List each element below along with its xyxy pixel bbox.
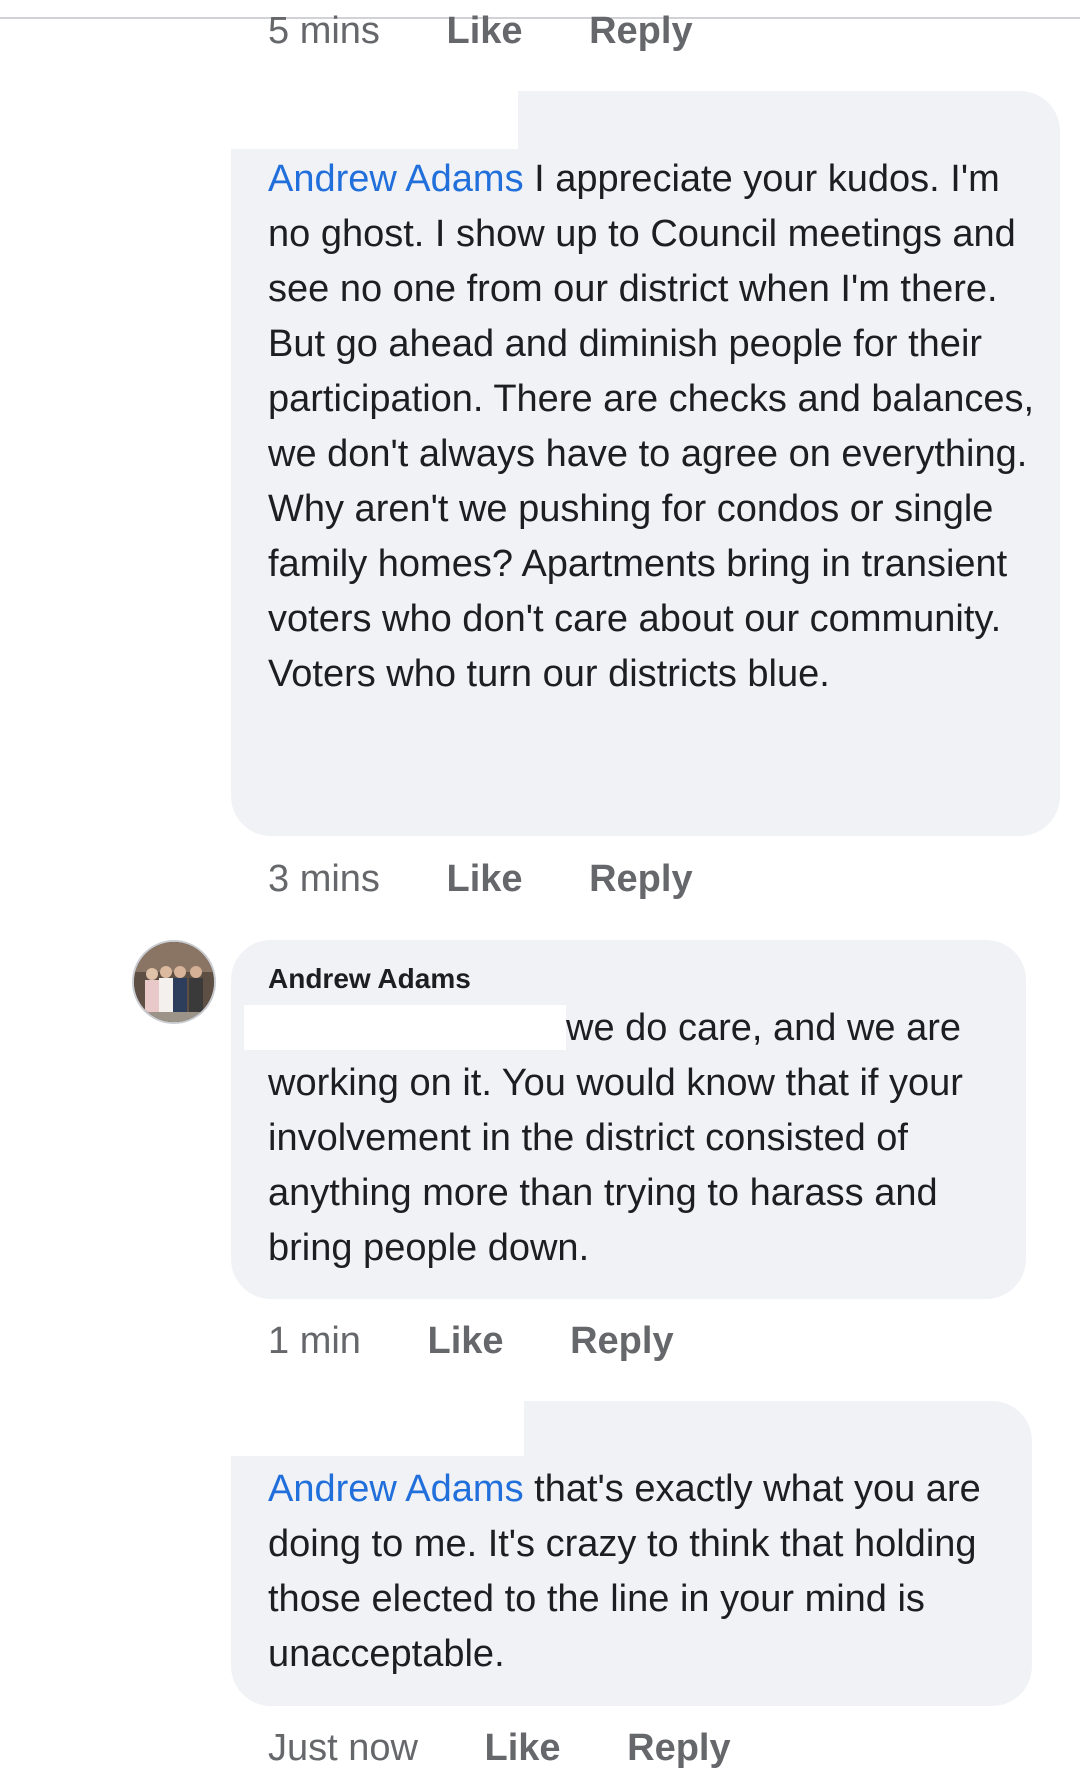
comment-meta-row-top: 5 mins Like Reply <box>268 8 693 54</box>
like-button[interactable]: Like <box>446 858 522 900</box>
comment-text-3: Andrew Adams that's exactly what you are… <box>268 1462 1018 1682</box>
comment-meta-row-2: 1 min Like Reply <box>268 1318 674 1364</box>
comment-text-1: Andrew Adams I appreciate your kudos. I'… <box>268 152 1038 702</box>
like-button[interactable]: Like <box>485 1727 561 1769</box>
comment-body: we do care, and we are working on it. Yo… <box>268 1007 963 1269</box>
comment-text-2: we do care, and we are working on it. Yo… <box>268 1001 1008 1276</box>
redacted-header-3 <box>210 1396 524 1456</box>
redacted-header-1 <box>210 86 518 149</box>
reply-button[interactable]: Reply <box>570 1320 673 1362</box>
like-button[interactable]: Like <box>427 1320 503 1362</box>
reply-button[interactable]: Reply <box>589 858 692 900</box>
mention-link[interactable]: Andrew Adams <box>268 158 524 200</box>
mention-link[interactable]: Andrew Adams <box>268 1468 524 1510</box>
avatar[interactable] <box>132 940 216 1024</box>
profile-photo-icon <box>134 942 214 1022</box>
comment-timestamp: Just now <box>268 1727 418 1769</box>
comment-timestamp: 3 mins <box>268 858 380 900</box>
like-button[interactable]: Like <box>446 10 522 52</box>
comment-meta-row-3: Just now Like Reply <box>268 1725 731 1771</box>
comment-timestamp: 5 mins <box>268 10 380 52</box>
comment-author[interactable]: Andrew Adams <box>268 963 471 995</box>
reply-button[interactable]: Reply <box>589 10 692 52</box>
reply-button[interactable]: Reply <box>627 1727 730 1769</box>
comment-body: I appreciate your kudos. I'm no ghost. I… <box>268 158 1035 695</box>
comment-timestamp: 1 min <box>268 1320 361 1362</box>
comment-meta-row-1: 3 mins Like Reply <box>268 856 693 902</box>
